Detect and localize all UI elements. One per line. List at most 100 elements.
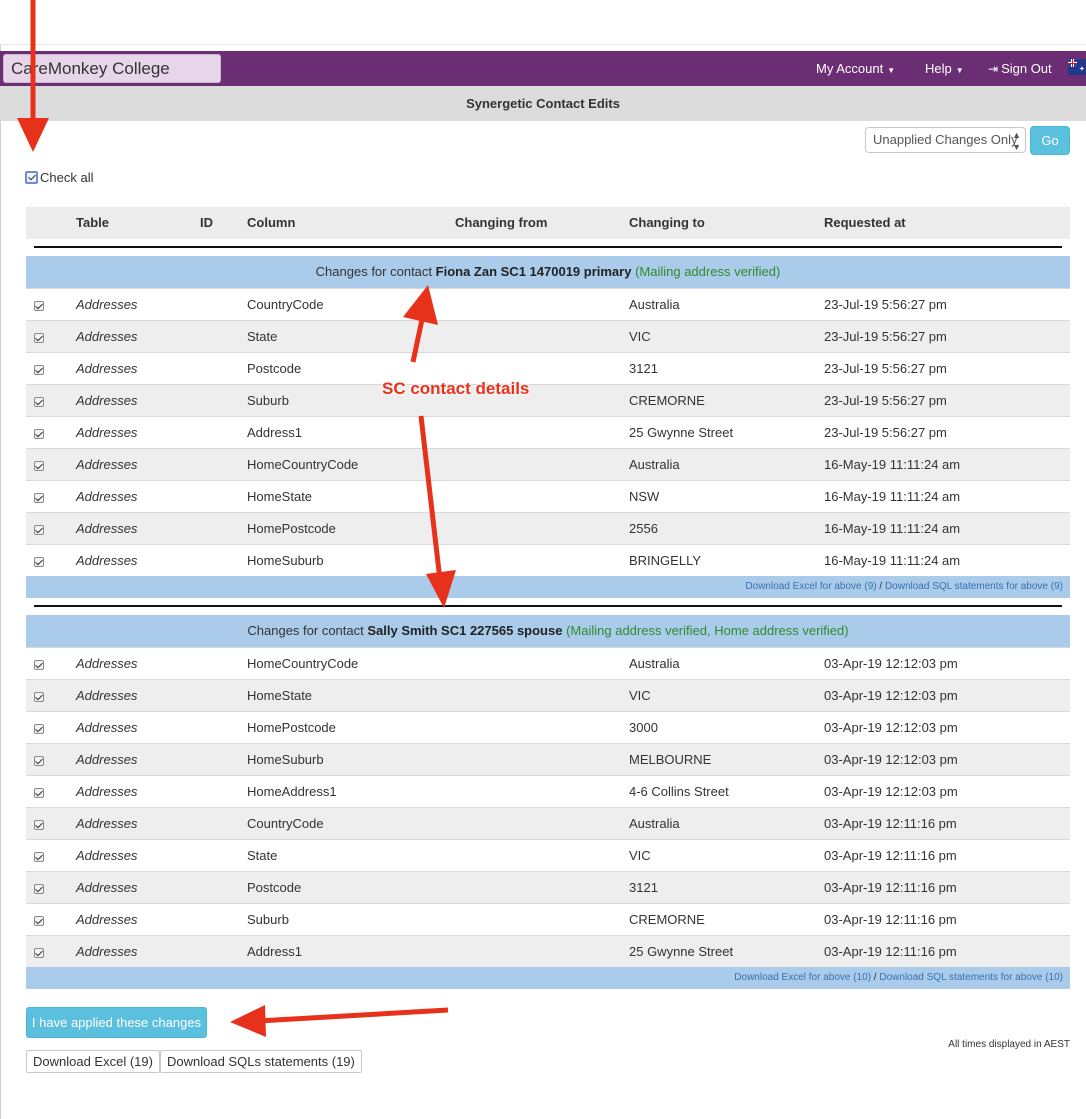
download-excel-group-link[interactable]: Download Excel for above (10) [734, 972, 871, 983]
row-checkbox-cell [34, 353, 44, 384]
group-download-links: Download Excel for above (10) / Download… [26, 967, 1070, 989]
row-checkbox-cell [34, 744, 44, 775]
row-checkbox[interactable] [34, 524, 44, 535]
cell-changing-to: BRINGELLY [629, 553, 702, 568]
row-checkbox[interactable] [34, 300, 44, 311]
cell-requested-at: 23-Jul-19 5:56:27 pm [824, 297, 947, 312]
row-checkbox[interactable] [34, 492, 44, 503]
my-account-menu[interactable]: My Account ▼ [816, 51, 895, 86]
header-column: Column [247, 215, 296, 230]
row-checkbox-cell [34, 680, 44, 711]
cell-table: Addresses [76, 816, 138, 831]
row-checkbox[interactable] [34, 915, 44, 926]
cell-requested-at: 03-Apr-19 12:11:16 pm [824, 912, 957, 927]
cell-table: Addresses [76, 912, 138, 927]
sign-out-icon: ⇥ [988, 62, 999, 76]
row-checkbox-cell [34, 904, 44, 935]
table-row: Addresses HomeState NSW 16-May-19 11:11:24 … [26, 480, 1070, 512]
cell-requested-at: 03-Apr-19 12:12:03 pm [824, 720, 958, 735]
cell-requested-at: 03-Apr-19 12:12:03 pm [824, 784, 958, 799]
download-excel-group-link[interactable]: Download Excel for above (9) [745, 581, 876, 592]
cell-requested-at: 23-Jul-19 5:56:27 pm [824, 361, 947, 376]
row-checkbox-cell [34, 808, 44, 839]
row-checkbox[interactable] [34, 755, 44, 766]
row-checkbox[interactable] [34, 556, 44, 567]
cell-requested-at: 03-Apr-19 12:11:16 pm [824, 944, 957, 959]
contact-name: Fiona Zan SC1 1470019 primary [435, 264, 632, 279]
table-row: Addresses Address1 25 Gwynne Street 23-Jul-… [26, 416, 1070, 448]
download-sql-button[interactable]: Download SQLs statements (19) [160, 1050, 362, 1073]
header-table: Table [76, 215, 109, 230]
applied-changes-button[interactable]: I have applied these changes [26, 1007, 207, 1038]
cell-table: Addresses [76, 880, 138, 895]
header-changing-from: Changing from [455, 215, 548, 230]
cell-requested-at: 03-Apr-19 12:12:03 pm [824, 752, 958, 767]
row-checkbox[interactable] [34, 460, 44, 471]
table-row: Addresses CountryCode Australia 23-Jul-19 5… [26, 288, 1070, 320]
cell-table: Addresses [76, 297, 138, 312]
cell-table: Addresses [76, 720, 138, 735]
cell-column: HomePostcode [247, 521, 336, 536]
row-checkbox[interactable] [34, 723, 44, 734]
check-all-label: Check all [40, 170, 94, 186]
help-menu[interactable]: Help ▼ [925, 51, 964, 86]
cell-table: Addresses [76, 393, 138, 408]
download-sql-group-link[interactable]: Download SQL statements for above (10) [879, 972, 1063, 983]
cell-changing-to: CREMORNE [629, 912, 705, 927]
cell-column: HomeCountryCode [247, 656, 359, 671]
cell-column: Address1 [247, 425, 302, 440]
cell-changing-to: Australia [629, 656, 680, 671]
header-requested-at: Requested at [824, 215, 906, 230]
table-row: Addresses HomeSuburb MELBOURNE 03-Apr-19 12… [26, 743, 1070, 775]
row-checkbox[interactable] [34, 691, 44, 702]
cell-requested-at: 03-Apr-19 12:11:16 pm [824, 816, 957, 831]
australia-flag-icon[interactable]: ✦ [1068, 59, 1086, 75]
cell-requested-at: 16-May-19 11:11:24 am [824, 553, 961, 568]
sign-out-link[interactable]: ⇥ Sign Out [988, 51, 1052, 86]
college-selector-button[interactable]: CareMonkey College (T1)▼ [3, 54, 221, 105]
verification-status: (Mailing address verified, Home address … [566, 623, 849, 638]
table-row: Addresses HomeState VIC 03-Apr-19 12:12:03 … [26, 679, 1070, 711]
row-checkbox[interactable] [34, 396, 44, 407]
header-id: ID [200, 215, 213, 230]
check-all-checkbox[interactable] [25, 171, 38, 185]
cell-table: Addresses [76, 521, 138, 536]
cell-table: Addresses [76, 425, 138, 440]
cell-column: HomeAddress1 [247, 784, 337, 799]
row-checkbox[interactable] [34, 883, 44, 894]
go-button[interactable]: Go [1030, 126, 1070, 155]
cell-table: Addresses [76, 688, 138, 703]
table-row: Addresses HomeCountryCode Australia 16-May-… [26, 448, 1070, 480]
cell-requested-at: 23-Jul-19 5:56:27 pm [824, 393, 947, 408]
cell-changing-to: MELBOURNE [629, 752, 712, 767]
cell-changing-to: VIC [629, 329, 651, 344]
download-sql-group-link[interactable]: Download SQL statements for above (9) [885, 581, 1063, 592]
help-label: Help [925, 61, 952, 76]
row-checkbox[interactable] [34, 819, 44, 830]
cell-requested-at: 03-Apr-19 12:11:16 pm [824, 880, 957, 895]
cell-requested-at: 16-May-19 11:11:24 am [824, 457, 961, 472]
link-separator: / [876, 581, 885, 592]
row-checkbox-cell [34, 449, 44, 480]
row-checkbox[interactable] [34, 428, 44, 439]
row-checkbox[interactable] [34, 851, 44, 862]
cell-changing-to: 25 Gwynne Street [629, 425, 734, 440]
verification-status: (Mailing address verified) [635, 264, 781, 279]
row-checkbox[interactable] [34, 659, 44, 670]
row-checkbox-cell [34, 648, 44, 679]
row-checkbox[interactable] [34, 947, 44, 958]
changes-filter-select[interactable]: Unapplied Changes Only ▲ ▼ [865, 127, 1026, 153]
row-checkbox-cell [34, 872, 44, 903]
cell-table: Addresses [76, 457, 138, 472]
row-checkbox-cell [34, 776, 44, 807]
row-checkbox[interactable] [34, 364, 44, 375]
cell-changing-to: 4-6 Collins Street [629, 784, 729, 799]
cell-column: Suburb [247, 393, 289, 408]
row-checkbox[interactable] [34, 332, 44, 343]
table-row: Addresses Postcode 3121 03-Apr-19 12:11:16 … [26, 871, 1070, 903]
cell-column: Postcode [247, 880, 302, 895]
cell-table: Addresses [76, 752, 138, 767]
download-excel-button[interactable]: Download Excel (19) [26, 1050, 160, 1073]
cell-column: HomePostcode [247, 720, 336, 735]
row-checkbox[interactable] [34, 787, 44, 798]
